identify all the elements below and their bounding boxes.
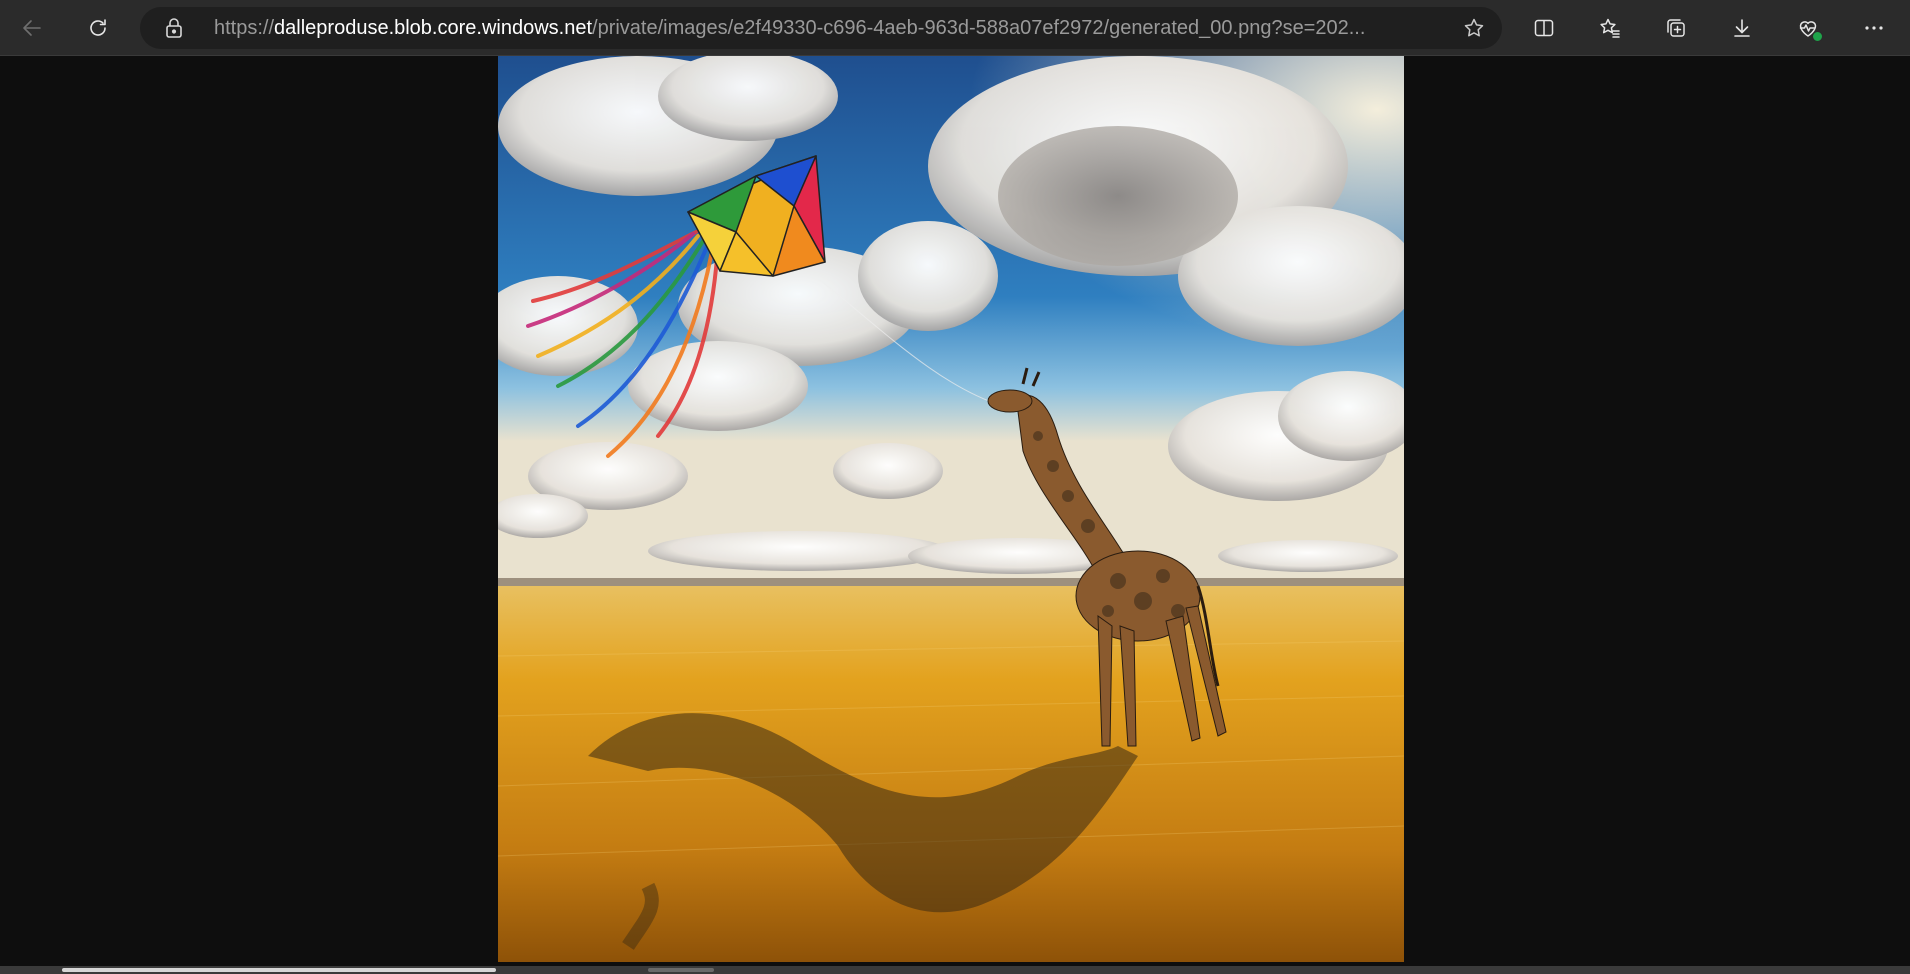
refresh-button[interactable]	[78, 8, 118, 48]
address-bar[interactable]: https://dalleproduse.blob.core.windows.n…	[140, 7, 1502, 49]
more-options-button[interactable]	[1854, 8, 1894, 48]
giraffe-kite-artwork	[498, 56, 1404, 962]
url-scheme: https://	[214, 17, 275, 39]
status-dot	[1812, 31, 1823, 42]
collections-icon	[1667, 19, 1685, 37]
url-text[interactable]: https://dalleproduse.blob.core.windows.n…	[214, 7, 1364, 49]
page-viewport	[0, 56, 1910, 966]
collections-button[interactable]	[1656, 8, 1696, 48]
download-icon	[1734, 19, 1750, 37]
url-host: dalleproduse.blob.core.windows.net	[274, 17, 593, 39]
favorites-button[interactable]	[1590, 8, 1630, 48]
scrollbar-marker	[648, 968, 714, 972]
browser-toolbar: https://dalleproduse.blob.core.windows.n…	[0, 0, 1910, 56]
more-options-icon	[1865, 26, 1883, 30]
generated-image[interactable]	[498, 56, 1404, 962]
add-favorite-button[interactable]	[1460, 14, 1488, 42]
back-button[interactable]	[12, 8, 52, 48]
star-icon	[1464, 18, 1484, 37]
scrollbar-thumb[interactable]	[62, 968, 496, 972]
split-screen-icon	[1534, 19, 1554, 37]
refresh-icon	[90, 19, 106, 36]
browser-window: https://dalleproduse.blob.core.windows.n…	[0, 0, 1910, 974]
lock-icon[interactable]	[162, 16, 186, 40]
back-arrow-icon	[23, 20, 41, 36]
browser-essentials-button[interactable]	[1788, 8, 1828, 48]
downloads-button[interactable]	[1722, 8, 1762, 48]
horizontal-scrollbar[interactable]	[0, 966, 1910, 974]
split-screen-button[interactable]	[1524, 8, 1564, 48]
url-path: /private/images/e2f49330-c696-4aeb-963d-…	[592, 17, 1364, 39]
favorites-list-icon	[1600, 18, 1620, 38]
